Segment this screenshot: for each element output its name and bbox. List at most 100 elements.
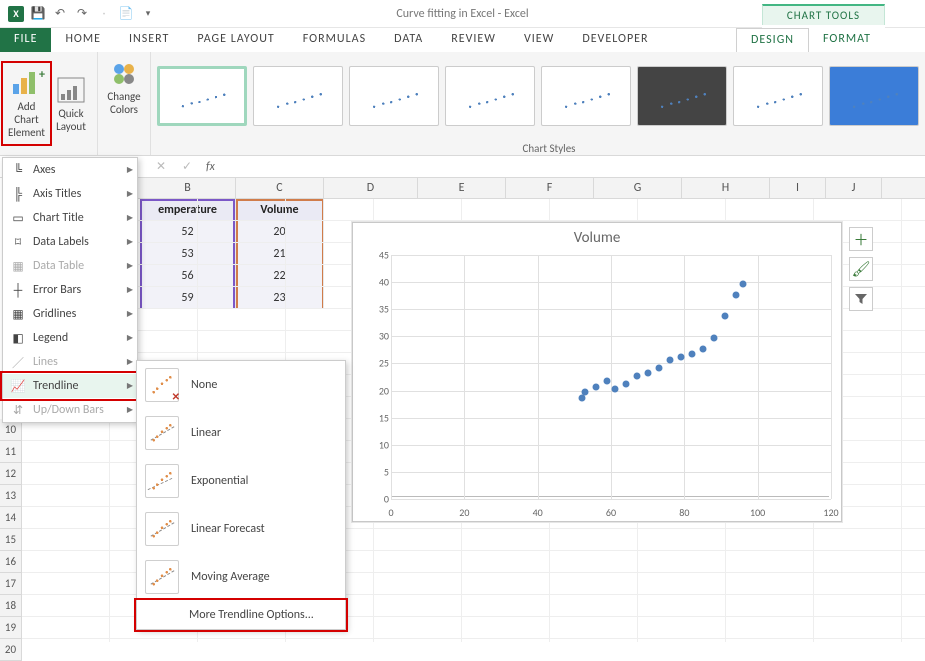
embedded-chart[interactable]: Volume ＋ 🖌 05101520253035404502040608010… bbox=[352, 222, 842, 522]
chart-title[interactable]: Volume bbox=[353, 223, 841, 249]
data-point[interactable] bbox=[677, 353, 684, 360]
fx-label[interactable]: fx bbox=[200, 160, 215, 174]
tab-view[interactable]: VIEW bbox=[510, 28, 568, 52]
gridlines-icon: ▦ bbox=[9, 305, 27, 323]
axis-titles-icon: ╠ bbox=[9, 185, 27, 203]
tab-insert[interactable]: INSERT bbox=[115, 28, 183, 52]
menu-data-labels[interactable]: ⌑Data Labels▶ bbox=[3, 230, 137, 254]
qat-sep: · bbox=[94, 4, 114, 24]
trendline-more-options[interactable]: More Trendline Options... bbox=[137, 601, 345, 629]
tab-review[interactable]: REVIEW bbox=[437, 28, 510, 52]
col-header-C[interactable]: C bbox=[236, 178, 324, 198]
add-chart-element-icon: + bbox=[9, 68, 45, 98]
trendline-linear[interactable]: Linear bbox=[137, 409, 345, 457]
trendline-linear-forecast[interactable]: Linear Forecast bbox=[137, 505, 345, 553]
add-chart-element-menu: ╚Axes▶ ╠Axis Titles▶ ▭Chart Title▶ ⌑Data… bbox=[2, 157, 138, 423]
chart-style-5[interactable] bbox=[541, 66, 631, 126]
chart-style-3[interactable] bbox=[349, 66, 439, 126]
row-header-19[interactable]: 19 bbox=[0, 617, 22, 639]
menu-axis-titles[interactable]: ╠Axis Titles▶ bbox=[3, 182, 137, 206]
tab-file[interactable]: FILE bbox=[0, 28, 51, 52]
col-header-G[interactable]: G bbox=[594, 178, 682, 198]
tab-developer[interactable]: DEVELOPER bbox=[568, 28, 662, 52]
row-header-15[interactable]: 15 bbox=[0, 529, 22, 551]
updown-icon: ⇵ bbox=[9, 401, 27, 419]
quick-layout-button[interactable]: Quick Layout bbox=[49, 71, 93, 137]
trendline-exponential[interactable]: Exponential bbox=[137, 457, 345, 505]
qat-customize-icon[interactable]: ▾ bbox=[138, 4, 158, 24]
data-point[interactable] bbox=[611, 386, 618, 393]
chart-style-1[interactable] bbox=[157, 66, 247, 126]
row-header-18[interactable]: 18 bbox=[0, 595, 22, 617]
row-header-12[interactable]: 12 bbox=[0, 463, 22, 485]
data-point[interactable] bbox=[666, 356, 673, 363]
row-header-17[interactable]: 17 bbox=[0, 573, 22, 595]
undo-icon[interactable]: ↶ bbox=[50, 4, 70, 24]
trendline-moving-avg-icon bbox=[145, 560, 179, 594]
touch-mode-icon[interactable]: 📄 bbox=[116, 4, 136, 24]
data-point[interactable] bbox=[710, 334, 717, 341]
chart-style-2[interactable] bbox=[253, 66, 343, 126]
row-header-14[interactable]: 14 bbox=[0, 507, 22, 529]
data-point[interactable] bbox=[582, 389, 589, 396]
row-header-20[interactable]: 20 bbox=[0, 639, 22, 661]
data-point[interactable] bbox=[688, 351, 695, 358]
data-labels-icon: ⌑ bbox=[9, 233, 27, 251]
row-header-16[interactable]: 16 bbox=[0, 551, 22, 573]
data-point[interactable] bbox=[593, 383, 600, 390]
col-header-H[interactable]: H bbox=[682, 178, 770, 198]
data-point[interactable] bbox=[655, 364, 662, 371]
data-point[interactable] bbox=[633, 372, 640, 379]
tab-page-layout[interactable]: PAGE LAYOUT bbox=[183, 28, 288, 52]
redo-icon[interactable]: ↷ bbox=[72, 4, 92, 24]
menu-legend[interactable]: ◧Legend▶ bbox=[3, 326, 137, 350]
col-header-D[interactable]: D bbox=[324, 178, 418, 198]
tab-format[interactable]: FORMAT bbox=[809, 28, 885, 52]
row-header-13[interactable]: 13 bbox=[0, 485, 22, 507]
row-header-11[interactable]: 11 bbox=[0, 441, 22, 463]
chart-style-6[interactable] bbox=[637, 66, 727, 126]
col-header-B[interactable]: B bbox=[140, 178, 236, 198]
formula-bar: ✕ ✓ fx bbox=[0, 156, 925, 178]
chart-element-plus-button[interactable]: ＋ bbox=[849, 227, 873, 251]
tab-data[interactable]: DATA bbox=[380, 28, 437, 52]
menu-axes[interactable]: ╚Axes▶ bbox=[3, 158, 137, 182]
trendline-none[interactable]: None bbox=[137, 361, 345, 409]
col-header-J[interactable]: J bbox=[826, 178, 882, 198]
col-header-F[interactable]: F bbox=[506, 178, 594, 198]
chart-styles-brush-button[interactable]: 🖌 bbox=[849, 257, 873, 281]
chart-style-4[interactable] bbox=[445, 66, 535, 126]
chart-style-7[interactable] bbox=[733, 66, 823, 126]
col-header-E[interactable]: E bbox=[418, 178, 506, 198]
save-icon[interactable]: 💾 bbox=[28, 4, 48, 24]
window-title: Curve fitting in Excel - Excel bbox=[396, 7, 528, 21]
cancel-formula-icon[interactable]: ✕ bbox=[148, 159, 174, 174]
y-tick: 40 bbox=[353, 276, 389, 289]
tab-formulas[interactable]: FORMULAS bbox=[289, 28, 380, 52]
menu-chart-title[interactable]: ▭Chart Title▶ bbox=[3, 206, 137, 230]
menu-trendline[interactable]: 📈Trendline▶ bbox=[3, 374, 137, 398]
menu-error-bars[interactable]: ┼Error Bars▶ bbox=[3, 278, 137, 302]
data-point[interactable] bbox=[740, 280, 747, 287]
enter-formula-icon[interactable]: ✓ bbox=[174, 159, 200, 174]
menu-gridlines[interactable]: ▦Gridlines▶ bbox=[3, 302, 137, 326]
add-chart-element-button[interactable]: + Add Chart Element bbox=[4, 64, 49, 143]
trendline-moving-average[interactable]: Moving Average bbox=[137, 553, 345, 601]
chart-plot-area[interactable] bbox=[391, 255, 829, 497]
data-point[interactable] bbox=[644, 370, 651, 377]
y-tick: 20 bbox=[353, 384, 389, 397]
chart-style-8[interactable] bbox=[829, 66, 919, 126]
chart-filter-button[interactable] bbox=[849, 287, 873, 311]
data-point[interactable] bbox=[699, 345, 706, 352]
data-point[interactable] bbox=[604, 378, 611, 385]
data-point[interactable] bbox=[622, 381, 629, 388]
quick-layout-icon bbox=[53, 75, 89, 105]
chart-title-icon: ▭ bbox=[9, 209, 27, 227]
col-header-I[interactable]: I bbox=[770, 178, 826, 198]
tab-design[interactable]: DESIGN bbox=[736, 28, 809, 52]
legend-icon: ◧ bbox=[9, 329, 27, 347]
change-colors-button[interactable]: Change Colors bbox=[102, 54, 146, 120]
data-point[interactable] bbox=[732, 291, 739, 298]
data-point[interactable] bbox=[721, 313, 728, 320]
tab-home[interactable]: HOME bbox=[51, 28, 115, 52]
